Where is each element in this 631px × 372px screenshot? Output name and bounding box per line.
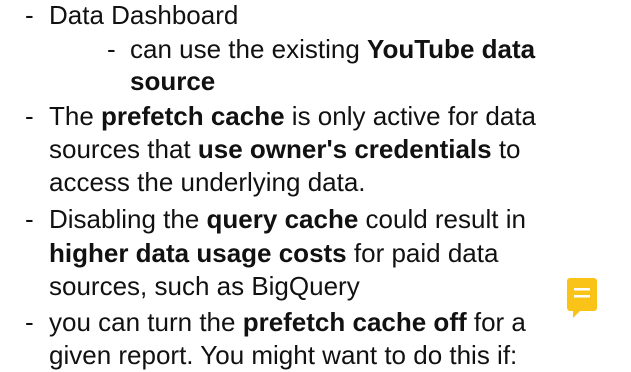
bold-run: prefetch cache off xyxy=(242,307,467,337)
notes-document: - Data Dashboard - can use the existing … xyxy=(0,0,631,372)
text-run: you can turn the xyxy=(49,307,243,337)
bullet-line: The prefetch cache is only active for da… xyxy=(49,100,536,132)
text-run: sources, such as BigQuery xyxy=(49,271,360,301)
bullet-line: given report. You might want to do this … xyxy=(49,339,517,371)
text-run: The xyxy=(49,101,102,131)
text-run: to xyxy=(491,134,521,164)
bullet-line: Data Dashboard xyxy=(49,0,238,31)
text-run: could result in xyxy=(358,204,526,234)
bullet-dash: - xyxy=(25,307,34,337)
bullet-line: sources, such as BigQuery xyxy=(49,270,360,302)
comment-icon-graphic xyxy=(567,278,597,318)
bold-run: YouTube data xyxy=(367,34,536,64)
bold-run: higher data usage costs xyxy=(49,238,347,268)
bullet-line: access the underlying data. xyxy=(49,166,366,198)
text-run: is only active for data xyxy=(284,101,537,131)
bold-run: query cache xyxy=(206,204,359,234)
text-run: sources that xyxy=(49,134,198,164)
text-run: can use the existing xyxy=(130,34,368,64)
bold-run: prefetch cache xyxy=(101,101,285,131)
bullet-line: source xyxy=(130,65,215,97)
comment-icon[interactable] xyxy=(567,278,597,318)
text-run: Data Dashboard xyxy=(49,0,239,30)
text-run: Disabling the xyxy=(49,204,207,234)
bullet-line: can use the existing YouTube data xyxy=(130,33,535,65)
bullet-line: Disabling the query cache could result i… xyxy=(49,203,526,235)
bullet-dash: - xyxy=(25,204,34,234)
bullet-line: sources that use owner's credentials to xyxy=(49,133,521,165)
bullet-line: higher data usage costs for paid data xyxy=(49,237,498,269)
bullet-dash: - xyxy=(107,34,116,64)
bold-run: source xyxy=(130,66,216,96)
text-run: for paid data xyxy=(346,238,499,268)
text-run: access the underlying data. xyxy=(49,167,366,197)
bullet-dash: - xyxy=(25,101,34,131)
bold-run: use owner's credentials xyxy=(197,134,492,164)
bullet-dash: - xyxy=(25,0,34,30)
text-run: for a xyxy=(466,307,526,337)
text-run: given report. You might want to do this … xyxy=(49,340,518,370)
bullet-line: you can turn the prefetch cache off for … xyxy=(49,306,526,338)
